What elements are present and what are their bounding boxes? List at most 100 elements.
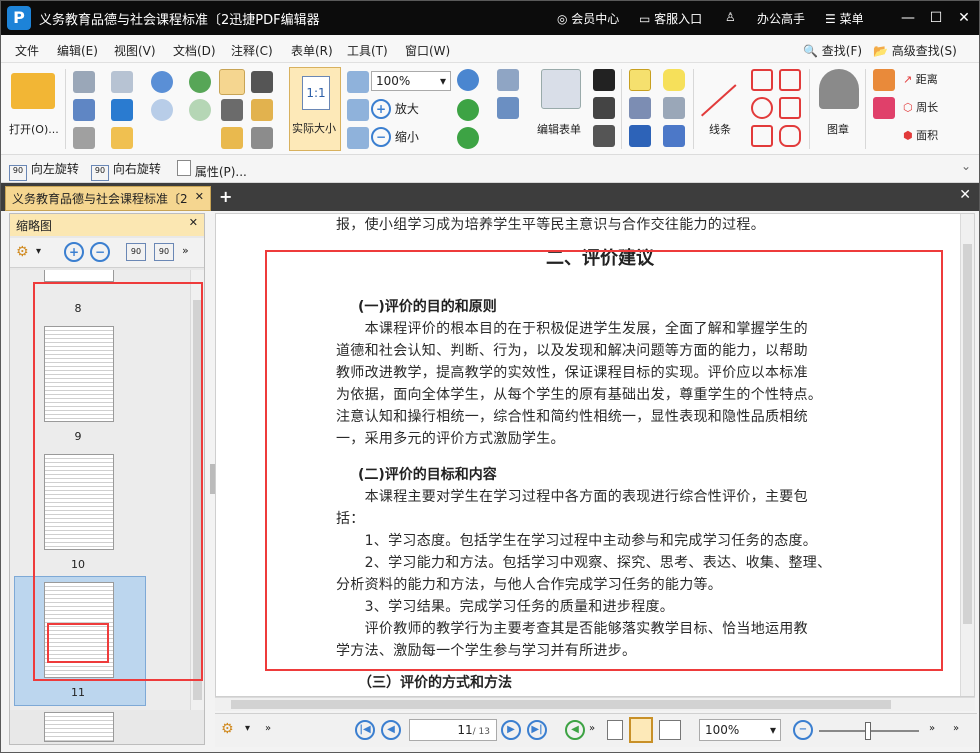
chevron-down-icon[interactable]: ⌄ bbox=[961, 159, 971, 173]
minimize-button[interactable]: — bbox=[897, 7, 919, 29]
rotate-cw-icon[interactable] bbox=[457, 99, 479, 121]
print-icon[interactable] bbox=[73, 99, 95, 121]
thumb-zoom-out-icon[interactable]: − bbox=[90, 242, 110, 262]
text-box-icon[interactable] bbox=[593, 97, 615, 119]
menu-window[interactable]: 窗口(W) bbox=[405, 42, 450, 59]
user-icon[interactable]: ♙ bbox=[725, 10, 736, 24]
gear-icon[interactable]: ⚙ bbox=[221, 721, 234, 737]
close-button[interactable]: ✕ bbox=[953, 7, 975, 29]
thumbnail-page[interactable] bbox=[44, 712, 114, 742]
document-vscrollbar[interactable] bbox=[960, 214, 974, 696]
document-scroll-thumb[interactable] bbox=[963, 244, 972, 624]
callout-icon[interactable] bbox=[593, 125, 615, 147]
maximize-button[interactable]: ☐ bbox=[925, 7, 947, 29]
strikeout-icon[interactable] bbox=[629, 97, 651, 119]
menu-button[interactable]: ☰ 菜单 bbox=[825, 10, 864, 27]
underline-icon[interactable] bbox=[629, 125, 651, 147]
distance-tool[interactable]: ↗ 距离 bbox=[903, 71, 938, 87]
insert-page-icon[interactable] bbox=[251, 127, 273, 149]
eraser-icon[interactable] bbox=[873, 97, 895, 119]
open-label[interactable]: 打开(O)... bbox=[9, 121, 59, 137]
thumb-rotate-right-icon[interactable]: 90 bbox=[154, 243, 174, 261]
arrow-icon[interactable] bbox=[751, 69, 773, 91]
undo-icon[interactable] bbox=[151, 71, 173, 93]
forward-icon[interactable] bbox=[189, 99, 211, 121]
zoom-select[interactable]: 100% ▾ bbox=[371, 71, 451, 91]
next-page-button[interactable]: ▶ bbox=[501, 720, 521, 740]
export-icon[interactable] bbox=[73, 127, 95, 149]
advanced-find-button[interactable]: 📂 高级查找(S) bbox=[873, 42, 957, 59]
polygon-icon[interactable] bbox=[779, 97, 801, 119]
thumbnail-page[interactable] bbox=[44, 270, 114, 282]
menu-view[interactable]: 视图(V) bbox=[114, 42, 156, 59]
continuous-page-icon[interactable] bbox=[629, 717, 653, 743]
menu-comment[interactable]: 注释(C) bbox=[231, 42, 273, 59]
zoom-out-button-status[interactable]: − bbox=[793, 720, 813, 740]
properties-button[interactable]: 属性(P)... bbox=[177, 160, 247, 180]
form-field-icon[interactable] bbox=[497, 69, 519, 91]
stamp-label[interactable]: 图章 bbox=[827, 121, 849, 137]
zoom-in-small-icon[interactable] bbox=[457, 69, 479, 91]
gear-icon[interactable]: ⚙ bbox=[16, 244, 29, 260]
menu-file[interactable]: 文件 bbox=[15, 42, 39, 59]
document-tab[interactable]: 义务教育品德与社会课程标准〔2 ✕ bbox=[5, 186, 211, 211]
snapshot-icon[interactable] bbox=[221, 127, 243, 149]
back-icon[interactable] bbox=[189, 71, 211, 93]
facing-page-icon[interactable] bbox=[659, 720, 681, 740]
barcode-icon[interactable] bbox=[593, 69, 615, 91]
menu-tools[interactable]: 工具(T) bbox=[347, 42, 388, 59]
cloud-icon[interactable] bbox=[779, 125, 801, 147]
office-master-link[interactable]: 办公高手 bbox=[757, 10, 805, 27]
close-icon[interactable]: ✕ bbox=[189, 216, 198, 229]
rectangle-icon[interactable] bbox=[751, 125, 773, 147]
new-tab-button[interactable]: + bbox=[219, 187, 232, 206]
last-page-button[interactable]: ▶| bbox=[527, 720, 547, 740]
chevron-down-icon[interactable]: » bbox=[929, 723, 935, 734]
email-icon[interactable] bbox=[111, 71, 133, 93]
document-hscroll-thumb[interactable] bbox=[231, 700, 891, 709]
hand-tool-icon[interactable] bbox=[219, 69, 245, 95]
note-icon[interactable] bbox=[663, 69, 685, 91]
chevron-down-icon[interactable]: » bbox=[589, 723, 595, 734]
fit-width-icon[interactable] bbox=[347, 99, 369, 121]
save-icon[interactable] bbox=[73, 71, 95, 93]
fit-page-icon[interactable] bbox=[347, 71, 369, 93]
sound-icon[interactable] bbox=[663, 125, 685, 147]
stamp-icon[interactable] bbox=[819, 69, 859, 109]
customer-service-link[interactable]: ▭ 客服入口 bbox=[639, 10, 702, 27]
chevron-down-icon[interactable]: ▾ bbox=[245, 723, 250, 734]
fit-visible-icon[interactable] bbox=[347, 127, 369, 149]
ellipse-icon[interactable] bbox=[751, 97, 773, 119]
zoom-out-button[interactable]: − 缩小 bbox=[371, 127, 419, 149]
text-field-icon[interactable] bbox=[497, 97, 519, 119]
prev-page-button[interactable]: ◀ bbox=[381, 720, 401, 740]
scan-icon[interactable] bbox=[111, 99, 133, 121]
document-hscrollbar[interactable] bbox=[215, 697, 975, 711]
menu-document[interactable]: 文档(D) bbox=[173, 42, 216, 59]
page-number-input[interactable]: 11/ 13 bbox=[409, 719, 497, 741]
chevron-down-icon[interactable]: » bbox=[953, 723, 959, 734]
typewriter-icon[interactable] bbox=[629, 69, 651, 91]
paste-icon[interactable] bbox=[251, 99, 273, 121]
member-center-link[interactable]: ◎ 会员中心 bbox=[557, 10, 619, 27]
camera-icon[interactable] bbox=[251, 71, 273, 93]
rotate-left-button[interactable]: 90 向左旋转 bbox=[9, 160, 79, 181]
thumb-rotate-left-icon[interactable]: 90 bbox=[126, 243, 146, 261]
open-folder-icon[interactable] bbox=[11, 73, 55, 109]
find-button[interactable]: 🔍 查找(F) bbox=[803, 42, 862, 59]
actual-size-button[interactable]: 1:1 实际大小 bbox=[289, 67, 341, 151]
close-icon[interactable]: ✕ bbox=[195, 190, 204, 203]
rotate-right-button[interactable]: 90 向右旋转 bbox=[91, 160, 161, 181]
close-all-tabs-button[interactable]: ✕ bbox=[959, 187, 971, 203]
pencil-icon[interactable] bbox=[873, 69, 895, 91]
menu-form[interactable]: 表单(R) bbox=[291, 42, 333, 59]
chevron-double-down-icon[interactable]: » bbox=[265, 723, 271, 734]
zoom-slider-thumb[interactable] bbox=[865, 722, 871, 740]
edit-form-label[interactable]: 编辑表单 bbox=[537, 121, 581, 137]
single-page-icon[interactable] bbox=[607, 720, 623, 740]
history-back-button[interactable]: ◀ bbox=[565, 720, 585, 740]
thumb-zoom-in-icon[interactable]: + bbox=[64, 242, 84, 262]
select-text-icon[interactable] bbox=[221, 99, 243, 121]
zoom-in-button[interactable]: + 放大 bbox=[371, 99, 419, 121]
perimeter-tool[interactable]: ⬡ 周长 bbox=[903, 99, 938, 115]
